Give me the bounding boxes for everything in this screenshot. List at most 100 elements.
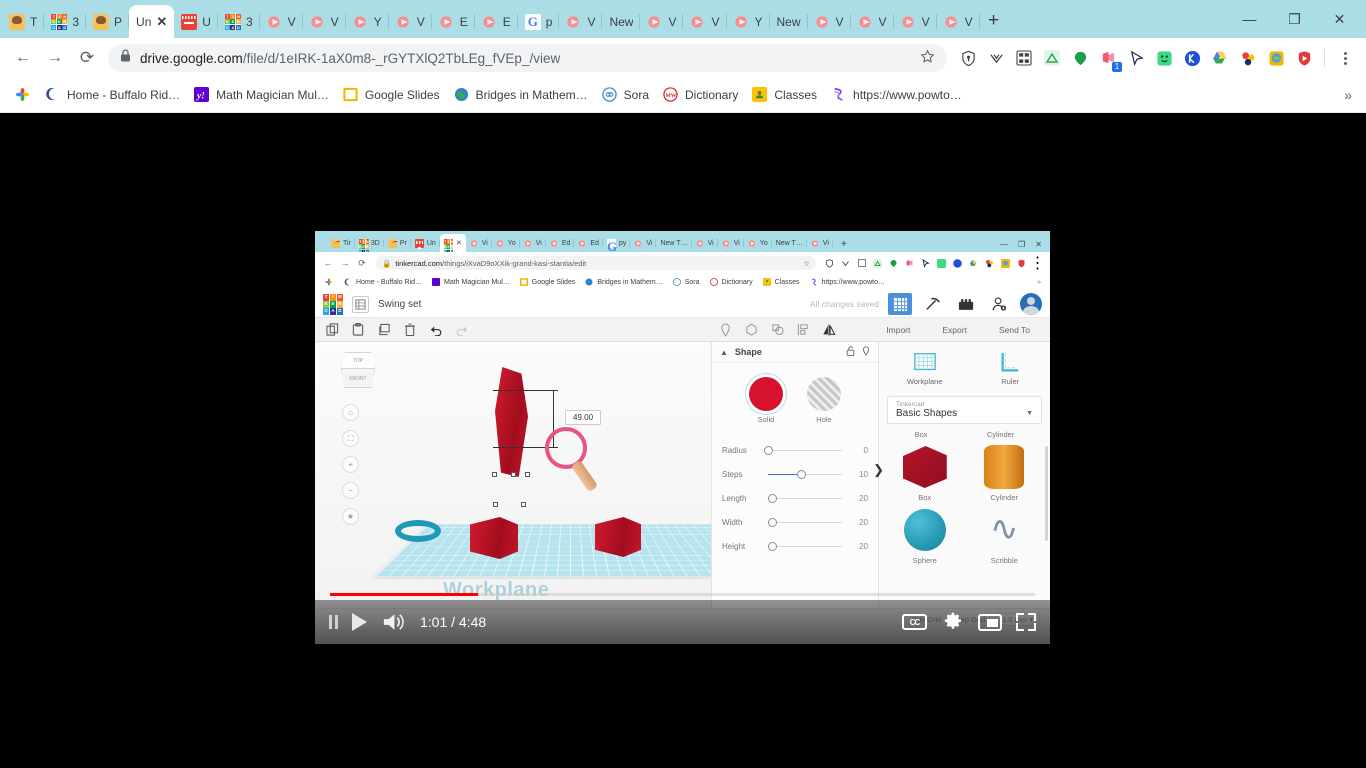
bookmark-item-classes[interactable]: Classes — [745, 83, 824, 107]
tinkercad-workspace: TOP FRONT ⌂ ⛶ + − ★ Workplane 49.00 ▲ Sh… — [315, 342, 1050, 608]
shape-inspector-title: Shape — [734, 347, 762, 357]
globe-extension-icon[interactable] — [1263, 45, 1289, 71]
shape-label: Scribble — [990, 556, 1018, 565]
property-slider — [767, 541, 842, 551]
paste-icon — [351, 323, 365, 337]
captions-button[interactable]: CC — [902, 614, 927, 630]
video-favicon — [267, 14, 283, 30]
browser-tab[interactable]: V — [260, 5, 303, 38]
screencast-extension-icon[interactable]: 1 — [1095, 45, 1122, 72]
bookmark-item-home-buffalo[interactable]: Home - Buffalo Rid… — [38, 83, 187, 107]
bookmarks-overflow-button[interactable]: » — [1344, 87, 1358, 103]
video-inner-address-bar: 🔒 tinkercad.com/things/iXvaD9oXXik-grand… — [376, 256, 816, 270]
blocks-icon — [954, 293, 978, 315]
video-inner-tab: New T… — [656, 234, 692, 252]
tab-title: 3 — [245, 14, 253, 29]
video-favicon — [470, 239, 479, 248]
video-inner-tab: Ed — [546, 234, 575, 252]
google-drive-icon[interactable] — [1207, 45, 1233, 71]
bookmark-item-dictionary[interactable]: MW Dictionary — [656, 83, 745, 107]
browser-tab[interactable]: E — [475, 5, 518, 38]
tab-title: V — [921, 14, 930, 29]
video-favicon — [524, 239, 533, 248]
video-inner-tab-title: Vi — [707, 239, 714, 247]
browser-tab[interactable]: V — [559, 5, 603, 38]
browser-tab[interactable]: V — [851, 5, 894, 38]
apps-grid-icon[interactable] — [1011, 45, 1037, 71]
workplane-tool: Workplane — [907, 351, 943, 386]
play-button[interactable] — [352, 613, 367, 631]
kami-extension-icon[interactable] — [1179, 45, 1205, 71]
browser-tab[interactable]: New — [770, 5, 808, 38]
shape-property-row: Radius 0 — [722, 438, 868, 462]
new-tab-button[interactable]: + — [980, 7, 1008, 35]
address-bar[interactable]: drive.google.com/file/d/1eIRK-1aX0m8-_rG… — [108, 44, 947, 72]
minimize-button[interactable]: — — [1227, 4, 1272, 34]
cursor-extension-icon[interactable] — [1123, 45, 1149, 71]
bookmark-item-google-slides[interactable]: Google Slides — [336, 83, 447, 107]
close-window-button[interactable]: ✕ — [1317, 4, 1362, 34]
property-label: Height — [722, 541, 746, 551]
workplane-icon — [913, 353, 936, 371]
browser-tab[interactable]: Y — [346, 5, 389, 38]
browser-tab[interactable]: TINKERCAD 3 — [218, 5, 260, 38]
browser-tab[interactable]: V — [389, 5, 432, 38]
bookmark-item-photos[interactable] — [8, 83, 38, 107]
volume-button[interactable] — [381, 611, 406, 633]
powtoon-icon — [831, 87, 847, 103]
video-player[interactable]: Tir T I N K E R C A D 3D Pr Un T I N K E R C A D ✕ Vi Yo Vi Ed Ed Gp… — [315, 231, 1050, 644]
green-tent-extension-icon[interactable] — [1039, 45, 1065, 71]
video-inner-ext-shield-icon — [823, 257, 836, 270]
browser-tab[interactable]: V — [640, 5, 684, 38]
pause-button[interactable] — [329, 615, 338, 629]
browser-tab[interactable]: T — [2, 5, 45, 38]
molecule-extension-icon[interactable] — [1235, 45, 1261, 71]
tab-title: V — [668, 14, 677, 29]
bookmark-star-icon[interactable] — [920, 49, 935, 68]
reload-button[interactable]: ⟳ — [72, 43, 102, 73]
bookmark-item-sora[interactable]: Sora — [595, 83, 656, 107]
browser-tab[interactable]: New — [602, 5, 641, 38]
browser-tab[interactable]: Gp — [518, 5, 560, 38]
smiley-extension-icon[interactable] — [1151, 45, 1177, 71]
browser-tab[interactable]: Y — [727, 5, 770, 38]
grammar-extension-icon[interactable] — [983, 45, 1009, 71]
browser-tab[interactable]: V — [808, 5, 851, 38]
maximize-button[interactable]: ❐ — [1272, 4, 1317, 34]
back-button[interactable]: ← — [8, 43, 38, 73]
miniplayer-button[interactable] — [978, 613, 1002, 631]
orbit-icon: ★ — [342, 508, 359, 525]
video-progress-bar[interactable] — [330, 593, 1035, 596]
video-favicon — [310, 14, 326, 30]
video-shield-extension-icon[interactable] — [1291, 45, 1317, 71]
browser-tab[interactable]: TINKERCAD 3 — [44, 5, 86, 38]
active-tab[interactable]: Un ✕ — [129, 5, 175, 38]
video-favicon — [722, 239, 731, 248]
bookmark-item-bridges[interactable]: Bridges in Mathem… — [447, 83, 595, 107]
video-inner-bookmarks-bar: Home - Buffalo Rid… Math Magician Mul… G… — [315, 274, 1050, 291]
browser-tab[interactable]: P — [86, 5, 130, 38]
sora-icon — [601, 87, 618, 103]
browser-tab[interactable]: V — [683, 5, 727, 38]
bookmark-item-math-magician[interactable]: y! Math Magician Mul… — [187, 83, 336, 107]
browser-tab[interactable]: V — [894, 5, 937, 38]
browser-tab[interactable]: E — [432, 5, 475, 38]
tab-title: V — [964, 14, 973, 29]
video-inner-tab-title: Ed — [590, 239, 599, 247]
bookmark-label: Dictionary — [685, 88, 739, 102]
green-balloon-extension-icon[interactable] — [1067, 45, 1093, 71]
settings-gear-icon[interactable] — [941, 611, 964, 634]
ruler-tool-label: Ruler — [1001, 377, 1020, 386]
kebab-menu-icon[interactable] — [1332, 45, 1358, 71]
fullscreen-button[interactable] — [1016, 613, 1036, 631]
video-inner-new-tab: + — [840, 239, 847, 250]
browser-tab[interactable]: V — [303, 5, 346, 38]
library-tools-row: Workplane Ruler — [879, 342, 1050, 392]
tab-close-button[interactable]: ✕ — [156, 15, 167, 28]
bookmark-item-powtoon[interactable]: https://www.powto… — [824, 83, 969, 107]
video-inner-tab-title: New T… — [775, 239, 803, 247]
forward-button[interactable]: → — [40, 43, 70, 73]
shield-extension-icon[interactable] — [955, 45, 981, 71]
browser-tab[interactable]: V — [937, 5, 980, 38]
browser-tab[interactable]: U — [174, 5, 218, 38]
